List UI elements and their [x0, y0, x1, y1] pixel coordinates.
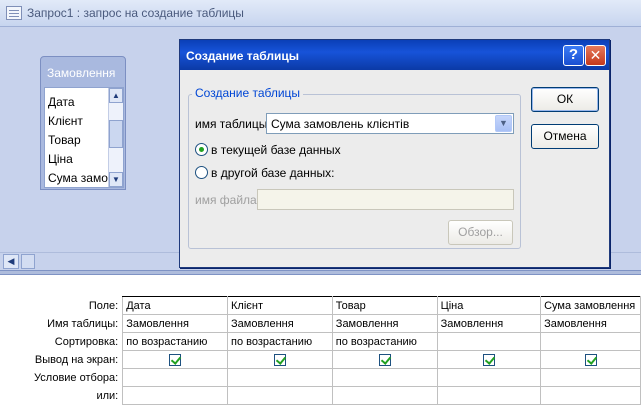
- grid-cell-field[interactable]: Клієнт: [227, 296, 333, 315]
- radio-current-db[interactable]: [195, 143, 208, 156]
- grid-cell-show: [122, 350, 229, 369]
- radio-other-db[interactable]: [195, 166, 208, 179]
- field-list-window[interactable]: Замовлення Дата Клієнт Товар Ціна Сума з…: [40, 56, 126, 190]
- grid-cell-table[interactable]: Замовлення: [331, 314, 438, 333]
- grid-cell-or[interactable]: [122, 386, 229, 405]
- dialog-title: Создание таблицы: [186, 49, 300, 63]
- grid-cell-table[interactable]: Замовлення: [540, 314, 641, 333]
- grid-cell-field[interactable]: Дата: [122, 296, 229, 315]
- grid-cell-sort[interactable]: [540, 332, 641, 351]
- grid-cell-table[interactable]: Замовлення: [227, 314, 333, 333]
- show-checkbox[interactable]: [584, 353, 597, 366]
- row-header-criteria: Условие отбора:: [0, 368, 123, 387]
- grid-cell-criteria[interactable]: [540, 368, 641, 387]
- row-header-show: Вывод на экран:: [0, 350, 123, 369]
- grid-cell-or[interactable]: [540, 386, 641, 405]
- row-header-or: или:: [0, 386, 123, 405]
- file-name-label: имя файла:: [195, 193, 261, 207]
- row-header-table: Имя таблицы:: [0, 314, 123, 333]
- row-header-sort: Сортировка:: [0, 332, 123, 351]
- browse-button[interactable]: Обзор...: [448, 220, 513, 245]
- table-name-value: Сума замовлень клієнтів: [271, 117, 410, 131]
- show-checkbox[interactable]: [482, 353, 495, 366]
- scroll-thumb[interactable]: [109, 120, 123, 148]
- grid-cell-or[interactable]: [436, 386, 542, 405]
- grid-cell-sort[interactable]: [436, 332, 542, 351]
- grid-cell-show: [331, 350, 438, 369]
- window-title-bar[interactable]: Запрос1 : запрос на создание таблицы: [0, 0, 641, 27]
- field-list-item[interactable]: Сума замовлення: [48, 169, 110, 188]
- field-list-item[interactable]: Клієнт: [48, 112, 110, 131]
- window-title: Запрос1 : запрос на создание таблицы: [27, 6, 244, 20]
- grid-cell-sort[interactable]: по возрастанию: [122, 332, 229, 351]
- scroll-down-icon[interactable]: ▼: [109, 172, 123, 187]
- radio-current-db-label[interactable]: в текущей базе данных: [211, 143, 341, 157]
- file-name-field[interactable]: [257, 189, 514, 210]
- grid-cell-show: [227, 350, 333, 369]
- field-list-title[interactable]: Замовлення: [41, 57, 125, 87]
- grid-cell-table[interactable]: Замовлення: [122, 314, 229, 333]
- radio-other-db-label[interactable]: в другой базе данных:: [211, 166, 334, 180]
- grid-cell-criteria[interactable]: [436, 368, 542, 387]
- grid-cell-criteria[interactable]: [122, 368, 229, 387]
- close-icon[interactable]: ✕: [585, 45, 606, 66]
- grid-cell-criteria[interactable]: [227, 368, 333, 387]
- grid-cell-field[interactable]: Сума замовлення: [540, 296, 641, 315]
- help-icon[interactable]: ?: [563, 45, 584, 66]
- table-name-combobox[interactable]: Сума замовлень клієнтів ▼: [266, 113, 514, 134]
- field-list-item[interactable]: Дата: [48, 93, 110, 112]
- group-label: Создание таблицы: [192, 86, 304, 100]
- make-table-dialog: Создание таблицы ? ✕ Создание таблицы им…: [179, 39, 610, 268]
- cancel-button[interactable]: Отмена: [531, 124, 599, 149]
- show-checkbox[interactable]: [378, 353, 391, 366]
- scroll-thumb[interactable]: [21, 254, 35, 269]
- show-checkbox[interactable]: [273, 353, 286, 366]
- qbe-grid: Поле: Дата Клієнт Товар Ціна Сума замовл…: [0, 296, 641, 405]
- grid-cell-or[interactable]: [227, 386, 333, 405]
- grid-cell-field[interactable]: Товар: [331, 296, 438, 315]
- grid-cell-sort[interactable]: по возрастанию: [331, 332, 438, 351]
- table-name-label: имя таблицы:: [195, 117, 271, 131]
- field-list-item[interactable]: Ціна: [48, 150, 110, 169]
- design-grid: Поле: Дата Клієнт Товар Ціна Сума замовл…: [0, 275, 641, 417]
- dialog-title-bar[interactable]: Создание таблицы ? ✕: [180, 40, 609, 70]
- ok-button[interactable]: ОК: [531, 87, 599, 112]
- field-list-scrollbar[interactable]: ▲ ▼: [108, 88, 123, 187]
- query-icon: [6, 6, 22, 20]
- row-header-field: Поле:: [0, 296, 123, 315]
- grid-cell-or[interactable]: [331, 386, 438, 405]
- chevron-down-icon[interactable]: ▼: [495, 115, 512, 132]
- field-list-body: Дата Клієнт Товар Ціна Сума замовлення ▲…: [44, 87, 124, 188]
- grid-cell-show: [540, 350, 641, 369]
- grid-cell-field[interactable]: Ціна: [436, 296, 542, 315]
- scroll-left-icon[interactable]: ◀: [3, 254, 19, 269]
- show-checkbox[interactable]: [169, 353, 182, 366]
- grid-cell-criteria[interactable]: [331, 368, 438, 387]
- field-list-item[interactable]: Товар: [48, 131, 110, 150]
- grid-cell-show: [436, 350, 542, 369]
- grid-cell-table[interactable]: Замовлення: [436, 314, 542, 333]
- scroll-up-icon[interactable]: ▲: [109, 88, 123, 103]
- grid-cell-sort[interactable]: по возрастанию: [227, 332, 333, 351]
